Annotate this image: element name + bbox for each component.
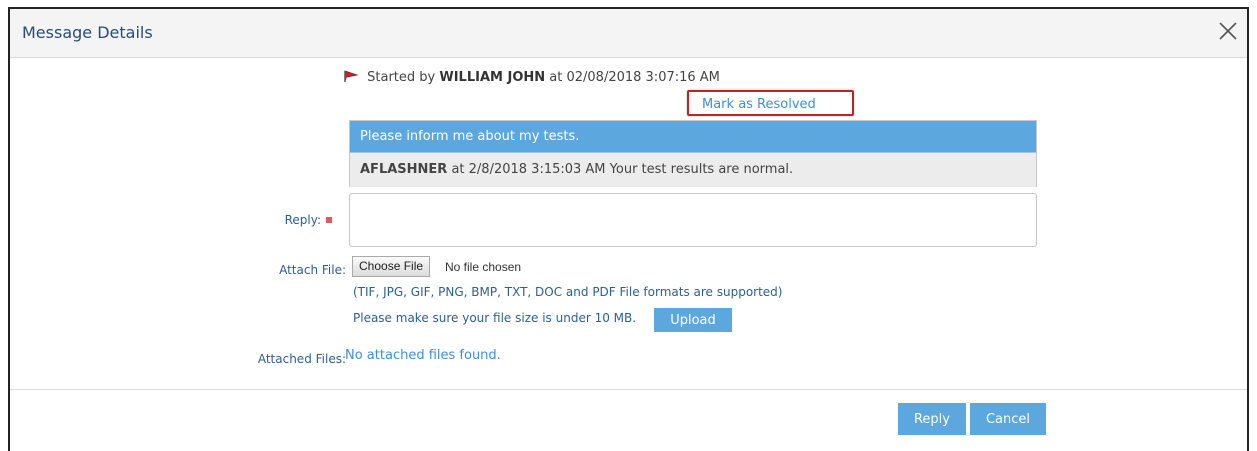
thread-started-info: Started by WILLIAM JOHN at 02/08/2018 3:… — [343, 69, 720, 87]
no-attached-files-text: No attached files found. — [345, 348, 501, 363]
thread-author: WILLIAM JOHN — [439, 70, 546, 85]
footer-divider — [10, 389, 1247, 390]
cancel-button[interactable]: Cancel — [970, 403, 1046, 435]
reply-textarea[interactable] — [349, 193, 1037, 247]
thread-subject[interactable]: Please inform me about my tests. — [350, 121, 1036, 153]
flag-icon — [343, 69, 359, 87]
thread-reply: AFLASHNER at 2/8/2018 3:15:03 AM Your te… — [350, 153, 1036, 187]
required-indicator — [326, 217, 332, 223]
close-icon[interactable] — [1215, 18, 1241, 44]
started-prefix: Started by — [367, 70, 436, 85]
upload-button[interactable]: Upload — [654, 308, 732, 332]
file-size-note: Please make sure your file size is under… — [353, 311, 637, 325]
message-thread: Please inform me about my tests. AFLASHN… — [349, 120, 1037, 187]
mark-as-resolved-link[interactable]: Mark as Resolved — [702, 97, 816, 112]
reply-author: AFLASHNER — [360, 162, 448, 177]
attach-file-label: Attach File: — [279, 263, 346, 277]
reply-button[interactable]: Reply — [898, 403, 966, 435]
started-timestamp: at 02/08/2018 3:07:16 AM — [549, 70, 720, 85]
no-file-chosen-text: No file chosen — [445, 260, 522, 274]
reply-text: at 2/8/2018 3:15:03 AM Your test results… — [451, 162, 794, 177]
dialog-header: Message Details — [10, 9, 1247, 58]
dialog-title: Message Details — [22, 23, 153, 42]
supported-formats-note: (TIF, JPG, GIF, PNG, BMP, TXT, DOC and P… — [353, 285, 783, 299]
choose-file-button[interactable]: Choose File — [352, 256, 431, 277]
attached-files-label: Attached Files: — [257, 352, 346, 366]
reply-label-text: Reply: — [284, 213, 321, 227]
reply-label: Reply: — [285, 213, 332, 227]
